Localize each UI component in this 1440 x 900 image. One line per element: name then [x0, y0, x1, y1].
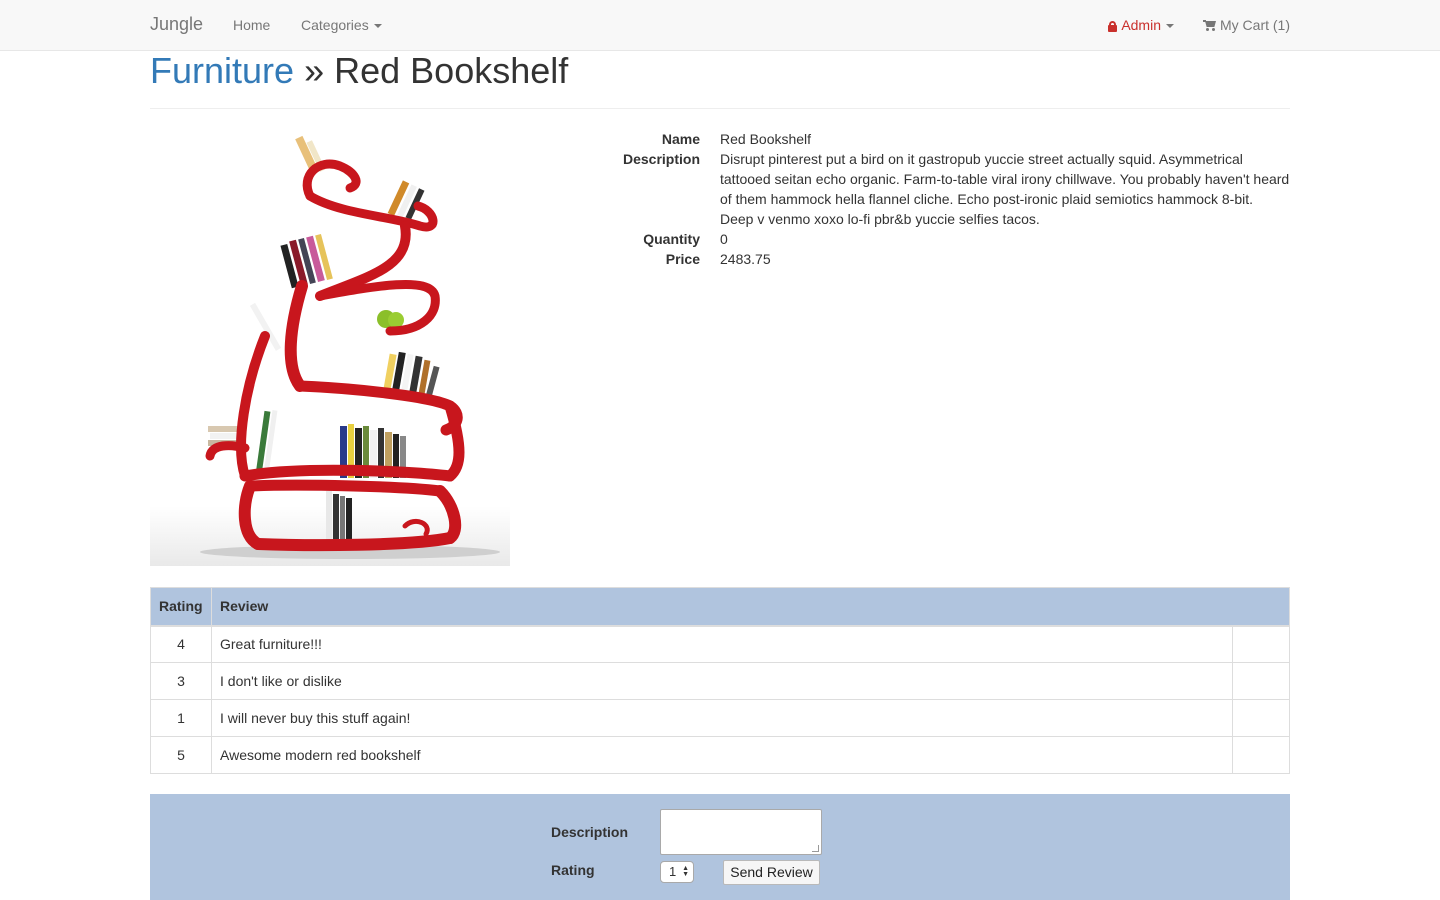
nav-categories-dropdown[interactable]: Categories — [301, 17, 382, 33]
review-rating-cell: 5 — [150, 736, 212, 774]
reviews-header-row: Rating Review — [150, 587, 1290, 627]
rating-select-value: 1 — [669, 864, 677, 879]
nav-home-link[interactable]: Home — [233, 17, 270, 33]
price-value: 2483.75 — [720, 251, 771, 267]
name-value: Red Bookshelf — [720, 131, 812, 147]
review-form: Description Rating 1 ▲ ▼ Send Review — [150, 794, 1290, 900]
category-breadcrumb-link[interactable]: Furniture — [150, 50, 294, 91]
table-row: 5 Awesome modern red bookshelf — [150, 736, 1290, 774]
nav-admin-label: Admin — [1121, 17, 1161, 33]
navbar: Jungle Home Categories Admin My Cart (1) — [0, 0, 1440, 51]
description-label: Description — [622, 151, 700, 167]
rating-select[interactable]: 1 ▲ ▼ — [660, 861, 694, 883]
form-description-label: Description — [551, 824, 629, 840]
send-review-button[interactable]: Send Review — [723, 860, 820, 885]
review-action-cell — [1232, 662, 1290, 700]
caret-down-icon — [1166, 24, 1174, 29]
review-description-textarea[interactable] — [660, 809, 822, 855]
review-action-cell — [1232, 736, 1290, 774]
reviews-table: Rating Review 4 Great furniture!!! 3 I d… — [150, 587, 1290, 774]
form-rating-label: Rating — [551, 862, 595, 878]
table-row: 4 Great furniture!!! — [150, 625, 1290, 663]
page-header: Furniture » Red Bookshelf — [150, 50, 1290, 109]
product-title: Red Bookshelf — [334, 50, 569, 91]
shopping-cart-icon — [1203, 20, 1216, 31]
review-rating-cell: 1 — [150, 699, 212, 737]
price-label: Price — [665, 251, 700, 267]
page-title: Furniture » Red Bookshelf — [150, 51, 568, 91]
description-value: Disrupt pinterest put a bird on it gastr… — [720, 151, 1290, 227]
product-details: Name Red Bookshelf Description Disrupt p… — [560, 129, 1290, 269]
rating-column-header: Rating — [150, 587, 212, 627]
quantity-label: Quantity — [643, 231, 700, 247]
select-arrows-icon: ▲ ▼ — [682, 865, 689, 878]
review-text-cell: I don't like or dislike — [211, 662, 1233, 700]
review-text-cell: I will never buy this stuff again! — [211, 699, 1233, 737]
brand-link[interactable]: Jungle — [150, 14, 203, 35]
nav-cart-label: My Cart (1) — [1220, 17, 1290, 33]
caret-down-icon — [373, 24, 382, 29]
detail-row-quantity: Quantity 0 — [560, 229, 1290, 249]
breadcrumb-separator: » — [304, 50, 325, 91]
name-label: Name — [661, 131, 700, 147]
quantity-value: 0 — [720, 231, 728, 247]
review-action-cell — [1232, 699, 1290, 737]
detail-row-name: Name Red Bookshelf — [560, 129, 1290, 149]
review-action-cell — [1232, 625, 1290, 663]
review-column-header: Review — [211, 587, 1290, 627]
table-row: 1 I will never buy this stuff again! — [150, 699, 1290, 737]
review-rating-cell: 3 — [150, 662, 212, 700]
review-text-cell: Awesome modern red bookshelf — [211, 736, 1233, 774]
review-rating-cell: 4 — [150, 625, 212, 663]
navbar-inner: Jungle Home Categories Admin My Cart (1) — [150, 0, 1290, 50]
table-row: 3 I don't like or dislike — [150, 662, 1290, 700]
nav-categories-label: Categories — [301, 17, 369, 33]
product-image — [150, 126, 510, 566]
review-text-cell: Great furniture!!! — [211, 625, 1233, 663]
detail-row-price: Price 2483.75 — [560, 249, 1290, 269]
nav-admin-dropdown[interactable]: Admin — [1108, 17, 1174, 33]
detail-row-description: Description Disrupt pinterest put a bird… — [560, 149, 1290, 229]
nav-cart-link[interactable]: My Cart (1) — [1203, 17, 1290, 33]
lock-icon — [1108, 21, 1118, 32]
